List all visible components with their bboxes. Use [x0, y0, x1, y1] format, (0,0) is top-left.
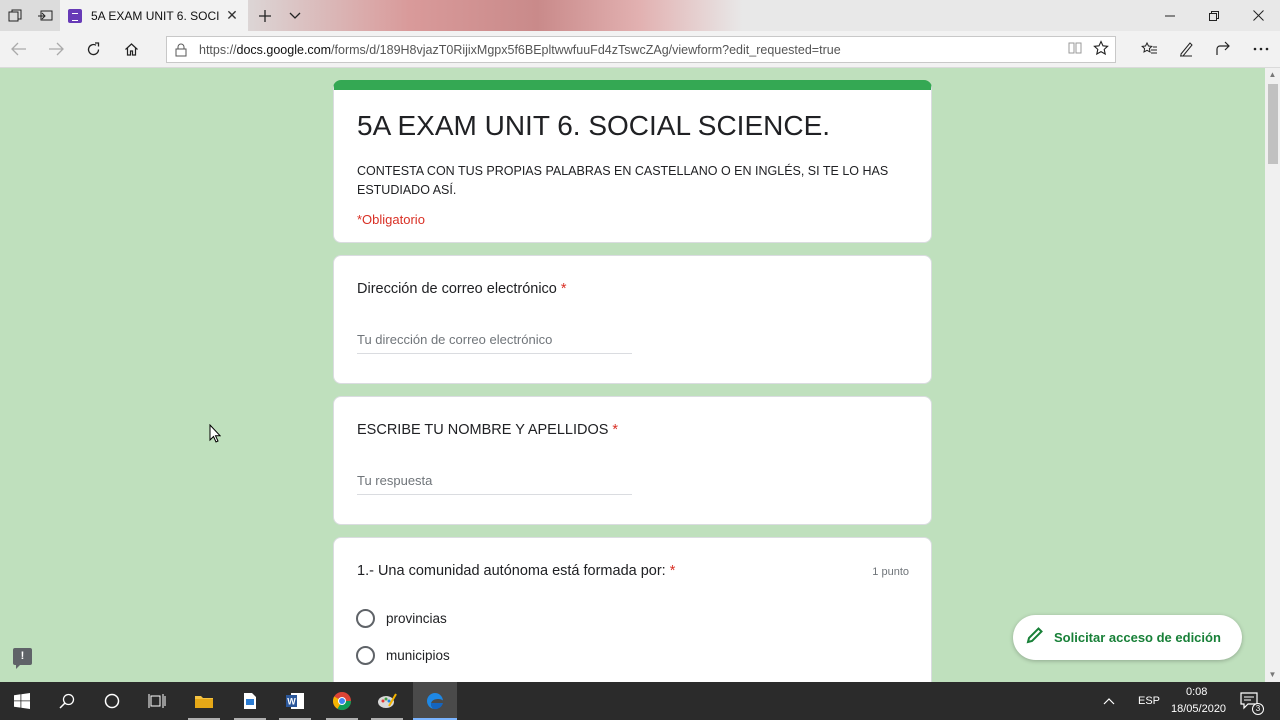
request-edit-access-label: Solicitar acceso de edición [1054, 630, 1221, 645]
radio-option[interactable]: municipios [356, 646, 450, 665]
word-icon[interactable]: W [273, 682, 317, 720]
svg-text:W: W [287, 697, 296, 707]
notification-count: 3 [1252, 703, 1264, 715]
active-tab[interactable]: 5A EXAM UNIT 6. SOCIAL SCIENCE. ✕ [60, 0, 248, 31]
notification-icon[interactable]: 3 [1232, 682, 1268, 720]
language-indicator[interactable]: ESP [1138, 695, 1160, 707]
refresh-icon[interactable] [77, 34, 109, 64]
reading-view-icon[interactable] [1067, 40, 1083, 61]
name-input[interactable] [357, 467, 632, 495]
home-icon[interactable] [115, 34, 147, 64]
forms-favicon-icon [68, 8, 82, 23]
scrollbar-thumb[interactable] [1268, 84, 1278, 164]
question-label: ESCRIBE TU NOMBRE Y APELLIDOS * [357, 422, 619, 438]
lock-icon [175, 43, 189, 57]
form-title: 5A EXAM UNIT 6. SOCIAL SCIENCE. [357, 110, 831, 141]
edge-icon[interactable] [413, 682, 457, 720]
address-bar[interactable]: https://docs.google.com/forms/d/189H8vja… [166, 36, 1116, 63]
restore-icon[interactable] [1192, 0, 1236, 31]
file-explorer-icon[interactable] [182, 682, 226, 720]
close-window-icon[interactable] [1236, 0, 1280, 31]
back-icon[interactable] [3, 34, 35, 64]
question-label: 1.- Una comunidad autónoma está formada … [357, 563, 676, 579]
points-label: 1 punto [872, 566, 909, 578]
mouse-cursor-icon [209, 423, 222, 448]
option-label: provincias [386, 611, 447, 626]
close-tab-icon[interactable]: ✕ [224, 7, 240, 23]
page-scrollbar[interactable]: ▲ ▼ [1265, 68, 1280, 682]
question-name-card: ESCRIBE TU NOMBRE Y APELLIDOS * [333, 396, 932, 525]
chrome-icon[interactable] [320, 682, 364, 720]
email-input[interactable] [357, 326, 632, 354]
tab-dropdown-icon[interactable] [280, 0, 310, 31]
option-label: municipios [386, 648, 450, 663]
browser-toolbar: https://docs.google.com/forms/d/189H8vja… [0, 31, 1280, 68]
browser-tab-strip: 5A EXAM UNIT 6. SOCIAL SCIENCE. ✕ [0, 0, 1280, 31]
task-view-icon[interactable] [135, 682, 179, 720]
feedback-icon[interactable]: ! [13, 648, 32, 669]
tab-manager-icon[interactable] [0, 0, 30, 31]
clock-time[interactable]: 0:08 [1186, 686, 1207, 698]
scroll-down-icon[interactable]: ▼ [1265, 668, 1280, 682]
required-note: *Obligatorio [357, 212, 425, 227]
request-edit-access-button[interactable]: Solicitar acceso de edición [1013, 615, 1242, 660]
share-icon[interactable] [1207, 34, 1239, 64]
form-description: CONTESTA CON TUS PROPIAS PALABRAS EN CAS… [357, 164, 889, 197]
forward-icon[interactable] [40, 34, 72, 64]
chevron-up-icon[interactable] [1094, 682, 1124, 720]
url-text: https://docs.google.com/forms/d/189H8vja… [199, 42, 841, 57]
radio-button[interactable] [356, 609, 375, 628]
windows-start-icon[interactable] [0, 682, 44, 720]
favorites-icon[interactable] [1133, 34, 1165, 64]
paint-icon[interactable] [365, 682, 409, 720]
minimize-icon[interactable] [1148, 0, 1192, 31]
scroll-up-icon[interactable]: ▲ [1265, 68, 1280, 82]
search-icon[interactable] [45, 682, 89, 720]
cortana-icon[interactable] [90, 682, 134, 720]
question-email-card: Dirección de correo electrónico * [333, 255, 932, 384]
notes-icon[interactable] [1170, 34, 1202, 64]
tab-title: 5A EXAM UNIT 6. SOCIAL SCIENCE. [91, 8, 219, 23]
radio-option[interactable]: provincias [356, 609, 447, 628]
document-icon[interactable] [228, 682, 272, 720]
new-tab-icon[interactable] [250, 0, 280, 31]
more-icon[interactable] [1245, 34, 1277, 64]
form-header-card: 5A EXAM UNIT 6. SOCIAL SCIENCE. CONTESTA… [333, 80, 932, 243]
clock-date[interactable]: 18/05/2020 [1171, 703, 1226, 715]
radio-button[interactable] [356, 646, 375, 665]
windows-taskbar: W ESP 0:08 18/05/2020 3 [0, 682, 1280, 720]
pencil-icon [1026, 626, 1044, 649]
question-1-card: 1.- Una comunidad autónoma está formada … [333, 537, 932, 682]
set-aside-icon[interactable] [30, 0, 60, 31]
favorite-star-icon[interactable] [1093, 40, 1109, 61]
question-label: Dirección de correo electrónico * [357, 281, 567, 297]
form-page: 5A EXAM UNIT 6. SOCIAL SCIENCE. CONTESTA… [0, 68, 1265, 682]
